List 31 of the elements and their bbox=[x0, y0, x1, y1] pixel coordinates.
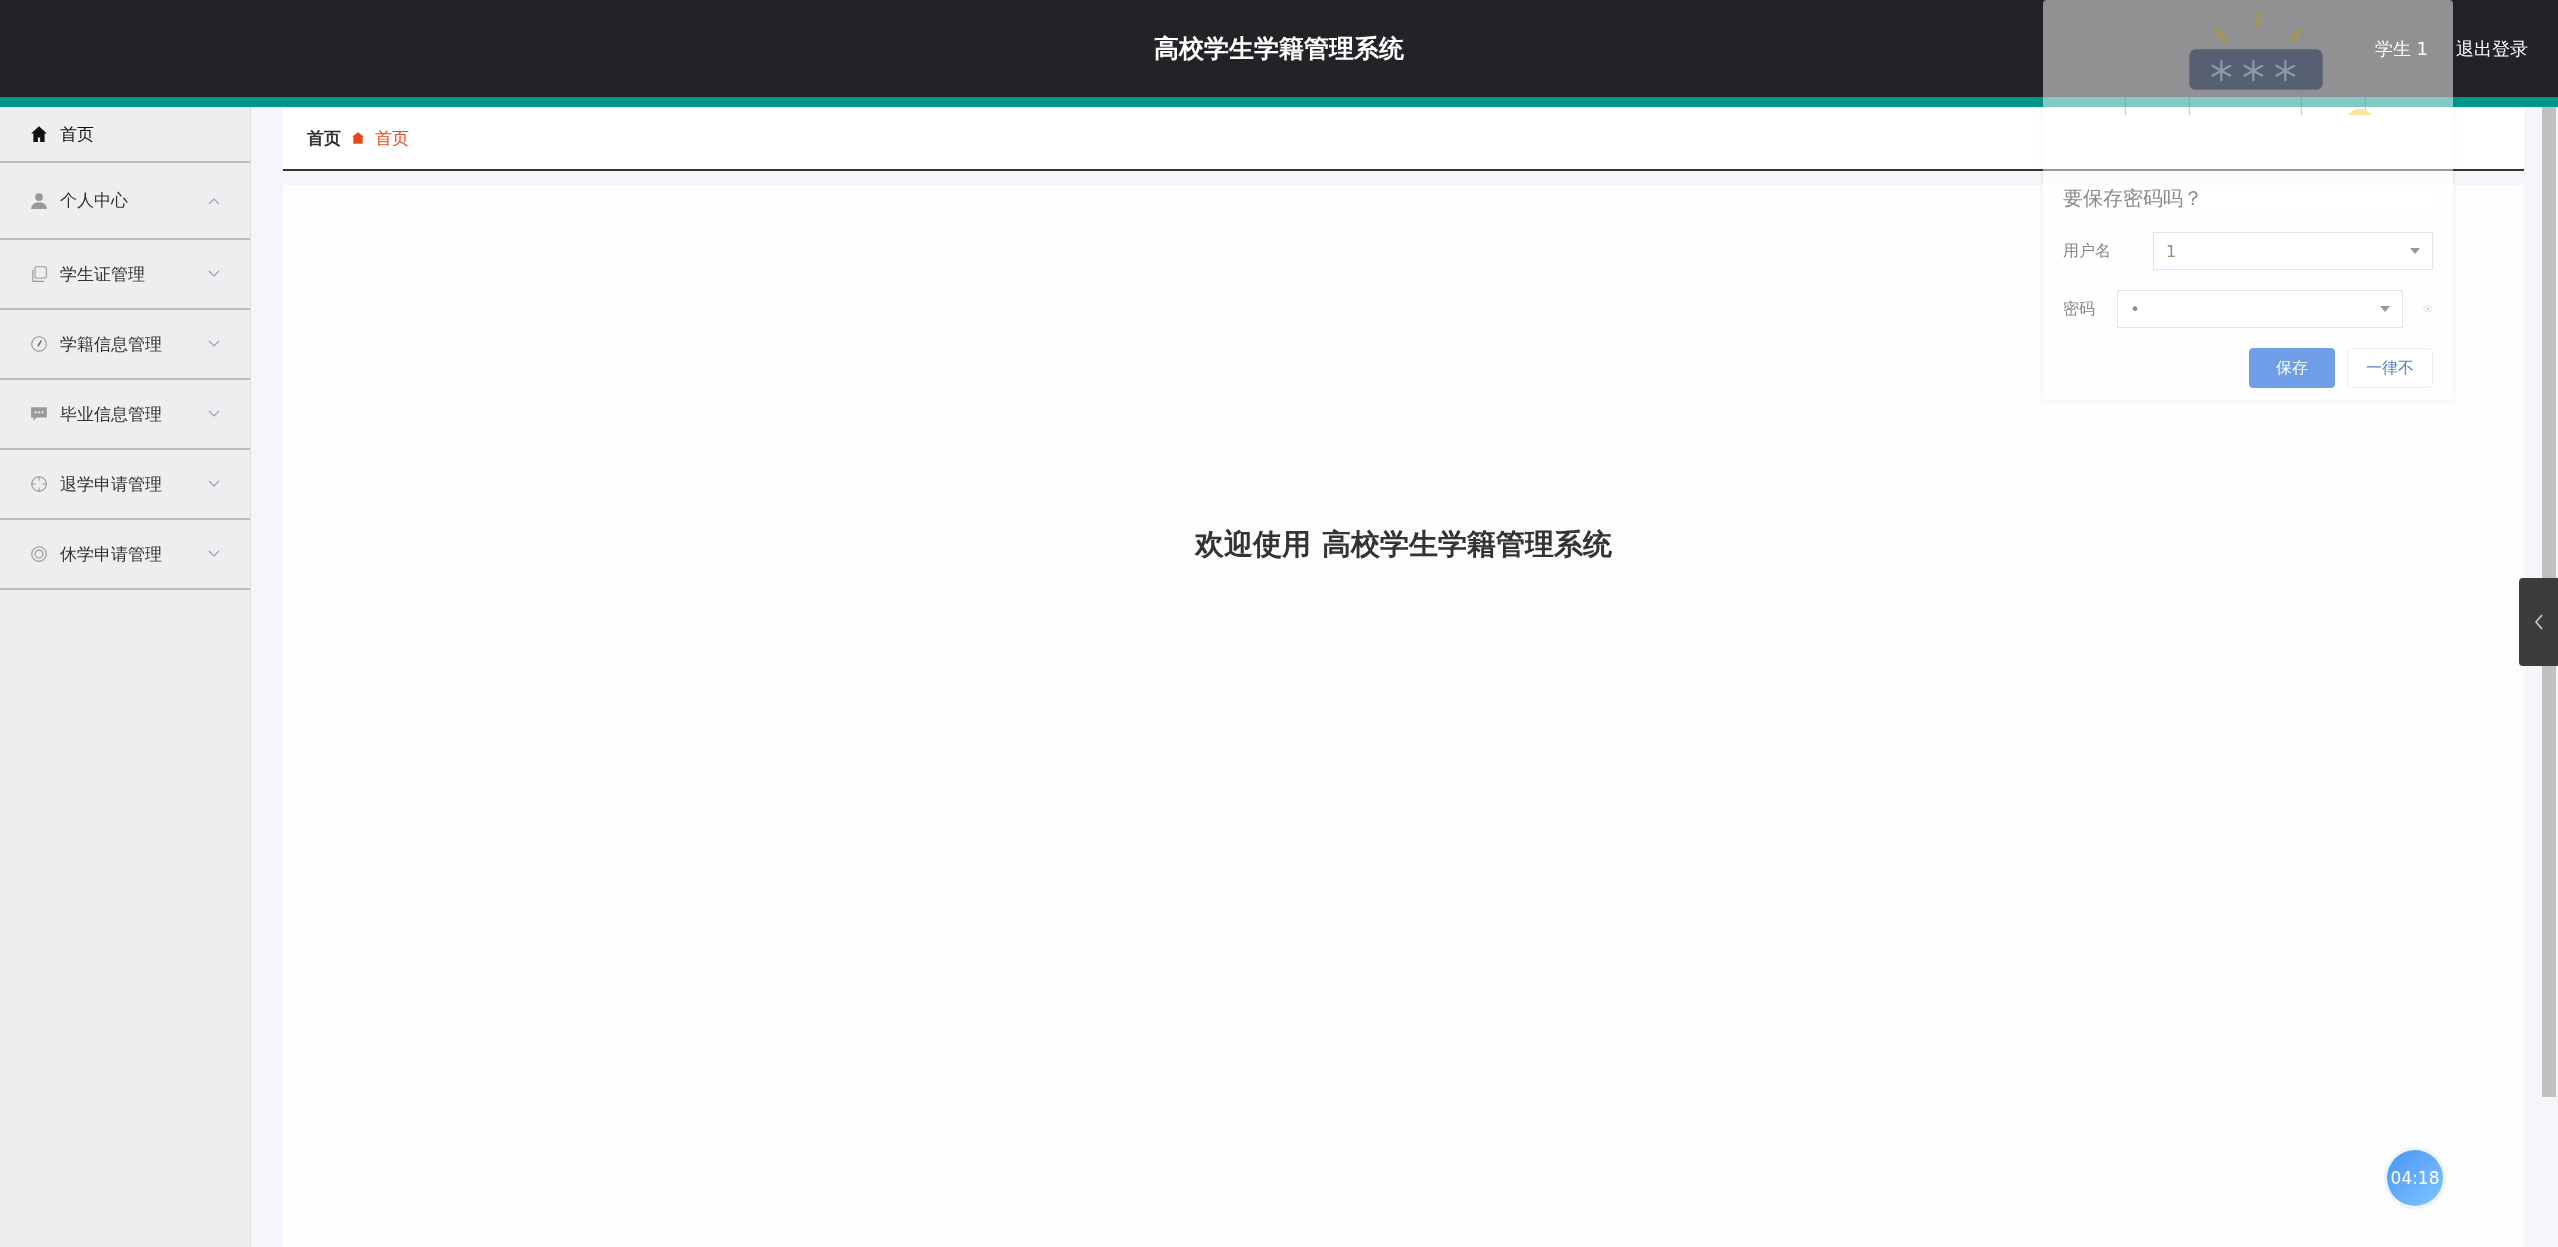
logout-link[interactable]: 退出登录 bbox=[2456, 36, 2528, 61]
sidebar-item[interactable]: 退学申请管理 bbox=[0, 450, 250, 520]
copy-icon bbox=[30, 265, 48, 283]
eye-icon[interactable] bbox=[2423, 303, 2433, 315]
crosshair-icon bbox=[30, 475, 48, 493]
sidebar-item[interactable]: 学生证管理 bbox=[0, 240, 250, 310]
timer-badge: 04:18 bbox=[2387, 1150, 2443, 1206]
app-title: 高校学生学籍管理系统 bbox=[1154, 33, 1404, 65]
sidebar-item[interactable]: 休学申请管理 bbox=[0, 520, 250, 590]
dropdown-icon bbox=[2410, 248, 2420, 254]
field-label: 用户名 bbox=[2063, 240, 2112, 262]
sidebar-item[interactable]: 毕业信息管理 bbox=[0, 380, 250, 450]
home-icon bbox=[351, 131, 365, 145]
dropdown-icon bbox=[2380, 306, 2391, 312]
never-button[interactable]: 一律不 bbox=[2347, 348, 2433, 388]
collapse-tab[interactable] bbox=[2519, 578, 2558, 666]
lifebuoy-icon bbox=[30, 545, 48, 563]
field-label: 密码 bbox=[2063, 298, 2096, 320]
welcome-heading: 欢迎使用 高校学生学籍管理系统 bbox=[1195, 526, 1612, 563]
scrollbar[interactable] bbox=[2542, 107, 2556, 1097]
sidebar-item[interactable]: 首页 bbox=[0, 107, 250, 163]
chevron-left-icon bbox=[2533, 614, 2544, 630]
chat-icon bbox=[30, 405, 48, 423]
sidebar-item[interactable]: 学籍信息管理 bbox=[0, 310, 250, 380]
breadcrumb-link[interactable]: 首页 bbox=[375, 126, 409, 150]
sidebar-item[interactable]: 个人中心 bbox=[0, 163, 250, 240]
compass-icon bbox=[30, 335, 48, 353]
person-icon bbox=[30, 191, 48, 210]
breadcrumb-link[interactable]: 首页 bbox=[307, 126, 341, 150]
home-icon bbox=[30, 125, 48, 143]
username-label: 学生 1 bbox=[2374, 36, 2428, 61]
